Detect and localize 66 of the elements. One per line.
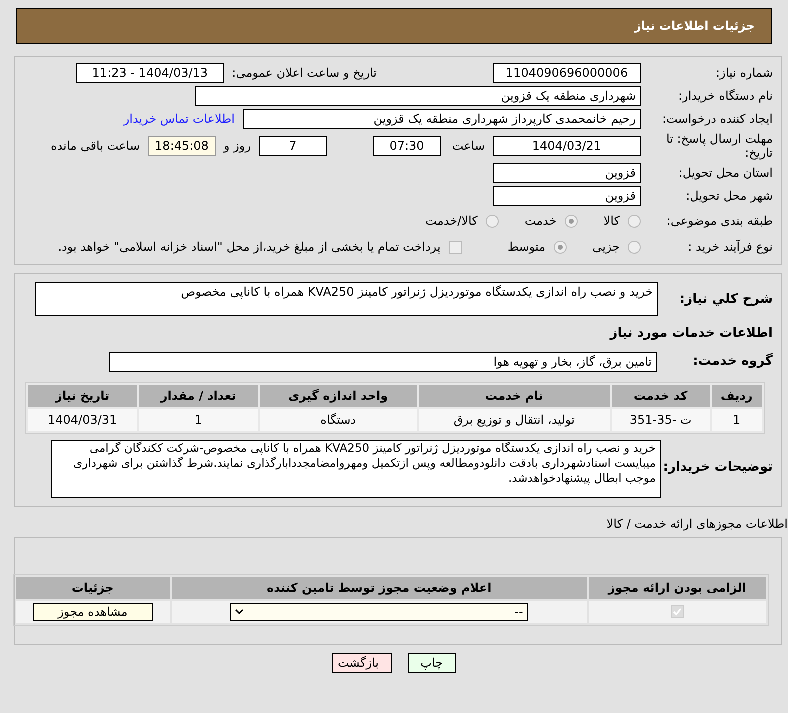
deadline-date-field: 1404/03/21 [493, 136, 641, 156]
column-header: اعلام وضعیت مجوز توسط تامین کننده [172, 576, 587, 598]
field-label: طبقه بندی موضوعی: [666, 214, 773, 228]
field-label: مهلت ارسال پاسخ: تا تاریخ: [665, 132, 773, 160]
contact-link[interactable]: اطلاعات تماس خریدار [124, 110, 235, 128]
field-label: ایجاد کننده درخواست: [662, 112, 773, 126]
radio-label: متوسط [508, 239, 546, 256]
radio-button[interactable] [628, 240, 641, 254]
radio-button[interactable] [564, 214, 578, 228]
field-label: نوع فرآیند خرید : [688, 240, 773, 254]
table-cell: ت -35-351 [612, 408, 710, 430]
view-license-button[interactable]: مشاهده مجوز [32, 602, 153, 620]
radio-button[interactable] [486, 214, 499, 228]
column-header: واحد اندازه گیری [260, 384, 417, 406]
radio-label: خدمت [524, 213, 557, 230]
payment-label: پرداخت تمام یا بخشی از مبلغ خرید،از محل "اسناد خزانه اسلامی" خواهد بود. [58, 239, 441, 256]
announce-date-field: 1404/03/13 - 11:23 [76, 63, 224, 83]
table-cell: دستگاه [260, 408, 417, 430]
chevron-icon [235, 608, 244, 614]
field-label: گروه خدمت: [692, 352, 773, 371]
table-cell: تولید، انتقال و توزیع برق [418, 408, 610, 430]
summary-field: خرید و نصب راه اندازی یکدستگاه موتوردیزل ژنراتور کامینز KVA250 همراه با کاناپی مخصوص [35, 282, 658, 316]
city-field: قزوین [493, 186, 641, 206]
radio-label: کالا/خدمت [426, 213, 478, 230]
need-number-field: 1104090696000006 [493, 63, 641, 83]
checkbox[interactable] [670, 605, 684, 618]
back-button[interactable]: بازگشت [332, 652, 392, 672]
buyer-field: شهرداری منطقه یک قزوین [195, 86, 641, 106]
field-label: ساعت [451, 138, 485, 155]
field-label: تاریخ و ساعت اعلان عمومی: [232, 65, 377, 82]
status-dropdown[interactable]: -- [230, 602, 528, 620]
field-label: شرح کلي نياز: [678, 291, 773, 309]
column-header: نام خدمت [418, 384, 610, 406]
table-cell: 1 [139, 408, 258, 430]
field-label: توضیحات خریدار: [662, 458, 773, 476]
field-label: نام دستگاه خریدار: [678, 89, 773, 103]
table-cell: 1404/03/31 [28, 408, 138, 430]
field-label: ساعت باقی مانده [50, 138, 140, 155]
checkbox[interactable] [448, 240, 462, 254]
field-label: شماره نیاز: [716, 66, 773, 80]
section-title: اطلاعات مجوزهای ارائه خدمت / کالا [606, 516, 788, 530]
column-header: تعداد / مقدار [139, 384, 258, 406]
checkmark-icon [672, 608, 682, 616]
table-cell: 1 [712, 408, 762, 430]
days-field: 7 [259, 136, 327, 156]
column-header: کد خدمت [612, 384, 710, 406]
page-header: جزئیات اطلاعات نیاز [16, 8, 772, 44]
requester-field: رحیم خانمحمدی کارپرداز شهرداری منطقه یک قزوین [243, 109, 641, 129]
radio-label: جزیی [592, 239, 620, 256]
remaining-time-field: 18:45:08 [148, 136, 216, 156]
field-label: استان محل تحویل: [678, 166, 773, 180]
service-group-field: تامین برق، گاز، بخار و تهویه هوا [109, 352, 657, 372]
province-field: قزوین [493, 163, 641, 183]
section-title: اطلاعات خدمات مورد نياز [608, 325, 773, 343]
column-header: ردیف [712, 384, 762, 406]
print-button[interactable]: چاپ [408, 652, 456, 672]
field-label: روز و [224, 138, 251, 155]
column-header: جزئیات [16, 576, 170, 598]
column-header: تاریخ نیاز [28, 384, 138, 406]
radio-label: کالا [604, 213, 620, 230]
field-label: شهر محل تحویل: [686, 189, 773, 203]
radio-button[interactable] [628, 214, 641, 228]
column-header: الزامی بودن ارائه مجوز [588, 576, 766, 598]
radio-button[interactable] [554, 240, 567, 254]
deadline-time-field: 07:30 [373, 136, 441, 156]
buyer-notes-field: خرید و نصب راه اندازی یکدستگاه موتوردیزل ژنراتور کامینز KVA250 همراه با کاناپی مخصوص-شرکت ککندگان گرامی میبایست اسنادشهرداری بادقت دانلودومطالعه وپس ازتکمیل ومهروامضامجددابارگذاری نمایند.شرط گذاشتن برای شهرداری موجب ابطال پیشنهادخواهدشد. [51, 440, 661, 498]
